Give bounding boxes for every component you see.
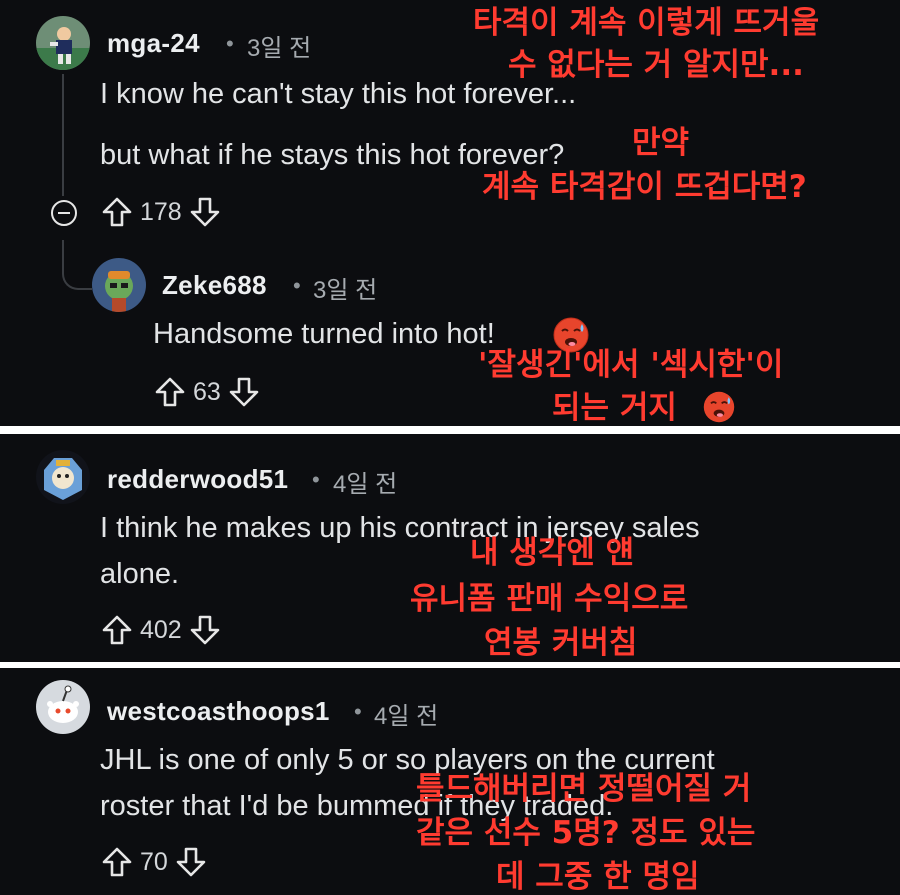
downvote-icon[interactable] — [174, 845, 208, 879]
vote-bar: 70 — [100, 845, 208, 879]
upvote-icon[interactable] — [100, 845, 134, 879]
reply-connector — [62, 240, 92, 290]
comment-text-line: Handsome turned into hot! — [153, 318, 495, 350]
separator-dot: • — [354, 699, 362, 724]
vote-bar: 402 — [100, 613, 222, 647]
upvote-icon[interactable] — [153, 375, 187, 409]
separator-dot: • — [312, 467, 320, 492]
downvote-icon[interactable] — [188, 613, 222, 647]
timestamp: 3일 전 — [247, 35, 312, 62]
overlay-caption: 내 생각엔 얜 — [470, 535, 635, 571]
overlay-caption: 되는 거지 — [552, 390, 677, 426]
comment-panel-1: mga-24 • 3일 전 I know he can't stay this … — [0, 0, 900, 426]
overlay-caption: 유니폼 판매 수익으로 — [410, 581, 689, 617]
vote-bar: 178 — [100, 195, 222, 229]
timestamp: 4일 전 — [333, 471, 398, 498]
overlay-caption: 수 없다는 거 알지만... — [508, 47, 804, 83]
downvote-icon[interactable] — [227, 375, 261, 409]
overlay-caption: 타격이 계속 이렇게 뜨거울 — [473, 5, 820, 41]
upvote-icon[interactable] — [100, 613, 134, 647]
avatar-mga-24[interactable] — [36, 16, 90, 70]
vote-count: 178 — [140, 197, 182, 226]
username[interactable]: westcoasthoops1 — [107, 696, 330, 727]
avatar-redderwood51[interactable] — [36, 450, 90, 504]
comment-panel-2: redderwood51 • 4일 전 I think he makes up … — [0, 434, 900, 662]
overlay-caption: 연봉 커버침 — [484, 625, 638, 661]
comment-text-line: but what if he stays this hot forever? — [100, 139, 565, 171]
username[interactable]: Zeke688 — [162, 270, 267, 301]
overlay-caption: 데 그중 한 명임 — [496, 859, 700, 895]
vote-count: 63 — [193, 377, 221, 406]
username[interactable]: mga-24 — [107, 28, 200, 59]
vote-count: 70 — [140, 847, 168, 876]
upvote-icon[interactable] — [100, 195, 134, 229]
timestamp: 3일 전 — [313, 277, 378, 304]
comment-panel-3: westcoasthoops1 • 4일 전 JHL is one of onl… — [0, 668, 900, 895]
comment-text-line: alone. — [100, 558, 180, 590]
thread-line[interactable] — [62, 74, 64, 196]
vote-count: 402 — [140, 615, 182, 644]
overlay-caption: 같은 선수 5명? 정도 있는 — [416, 815, 756, 851]
avatar-westcoasthoops1[interactable] — [36, 680, 90, 734]
overlay-caption: 계속 타격감이 뜨겁다면? — [482, 169, 807, 205]
overlay-caption: 틀드해버리면 정떨어질 거 — [416, 771, 752, 807]
hot-face-emoji — [703, 391, 735, 423]
avatar-zeke688[interactable] — [92, 258, 146, 312]
collapse-icon[interactable] — [51, 200, 77, 226]
username[interactable]: redderwood51 — [107, 464, 288, 495]
timestamp: 4일 전 — [374, 703, 439, 730]
separator-dot: • — [226, 31, 234, 56]
separator-dot: • — [293, 273, 301, 298]
downvote-icon[interactable] — [188, 195, 222, 229]
vote-bar: 63 — [153, 375, 261, 409]
overlay-caption: '잘생긴'에서 '섹시한'이 — [478, 347, 784, 383]
comment-text-line: I know he can't stay this hot forever... — [100, 78, 577, 110]
overlay-caption: 만약 — [632, 125, 690, 161]
